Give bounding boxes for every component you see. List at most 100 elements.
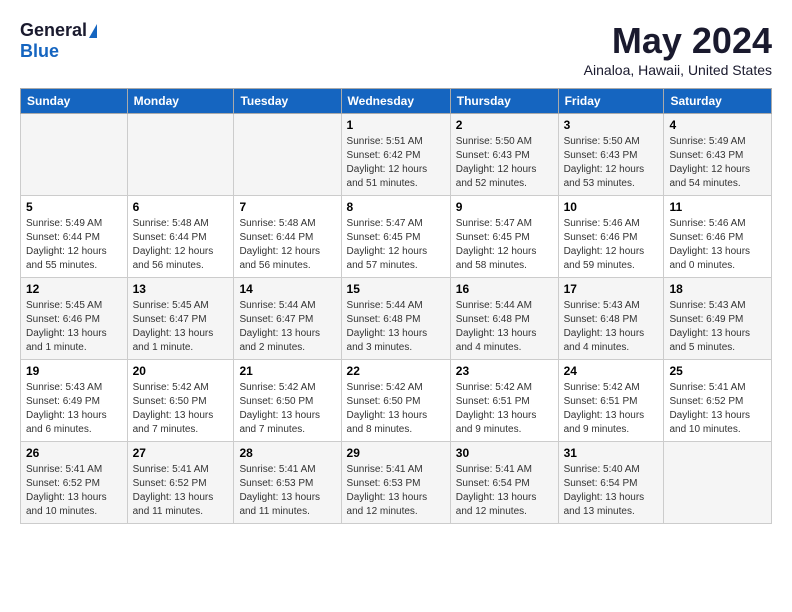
calendar-cell: 15Sunrise: 5:44 AM Sunset: 6:48 PM Dayli… <box>341 278 450 360</box>
day-info: Sunrise: 5:50 AM Sunset: 6:43 PM Dayligh… <box>456 135 553 191</box>
day-number: 29 <box>347 446 445 460</box>
calendar-cell: 5 Sunrise: 5:49 AM Sunset: 6:44 PM Daylig… <box>21 196 128 278</box>
calendar-week-row: 19 Sunrise: 5:43 AM Sunset: 6:49 PM Dayli… <box>21 360 772 442</box>
day-header-monday: Monday <box>127 89 234 114</box>
day-number: 5 <box>26 200 122 214</box>
day-info: Sunrise: 5:47 AM Sunset: 6:45 PM Dayligh… <box>456 217 553 273</box>
calendar-table: SundayMondayTuesdayWednesdayThursdayFrid… <box>20 88 772 524</box>
calendar-cell: 28 Sunrise: 5:41 AM Sunset: 6:53 PM Dayli… <box>234 442 341 524</box>
calendar-cell <box>21 114 128 196</box>
calendar-cell: 10Sunrise: 5:46 AM Sunset: 6:46 PM Dayli… <box>558 196 664 278</box>
calendar-cell: 26 Sunrise: 5:41 AM Sunset: 6:52 PM Dayli… <box>21 442 128 524</box>
calendar-cell: 2 Sunrise: 5:50 AM Sunset: 6:43 PM Daylig… <box>450 114 558 196</box>
day-number: 9 <box>456 200 553 214</box>
calendar-cell: 18 Sunrise: 5:43 AM Sunset: 6:49 PM Dayli… <box>664 278 772 360</box>
calendar-cell: 27 Sunrise: 5:41 AM Sunset: 6:52 PM Dayli… <box>127 442 234 524</box>
day-number: 27 <box>133 446 229 460</box>
day-number: 2 <box>456 118 553 132</box>
calendar-cell: 12Sunrise: 5:45 AM Sunset: 6:46 PM Dayli… <box>21 278 128 360</box>
day-info: Sunrise: 5:43 AM Sunset: 6:49 PM Dayligh… <box>26 381 122 437</box>
logo-blue-text: Blue <box>20 41 59 62</box>
calendar-week-row: 26 Sunrise: 5:41 AM Sunset: 6:52 PM Dayli… <box>21 442 772 524</box>
day-number: 16 <box>456 282 553 296</box>
calendar-cell: 11 Sunrise: 5:46 AM Sunset: 6:46 PM Dayli… <box>664 196 772 278</box>
calendar-cell: 22Sunrise: 5:42 AM Sunset: 6:50 PM Dayli… <box>341 360 450 442</box>
day-number: 25 <box>669 364 766 378</box>
day-info: Sunrise: 5:51 AM Sunset: 6:42 PM Dayligh… <box>347 135 445 191</box>
day-number: 6 <box>133 200 229 214</box>
day-number: 8 <box>347 200 445 214</box>
logo: General Blue <box>20 20 97 62</box>
day-header-sunday: Sunday <box>21 89 128 114</box>
day-number: 14 <box>239 282 335 296</box>
calendar-cell <box>234 114 341 196</box>
calendar-cell: 6 Sunrise: 5:48 AM Sunset: 6:44 PM Daylig… <box>127 196 234 278</box>
day-info: Sunrise: 5:41 AM Sunset: 6:52 PM Dayligh… <box>133 463 229 519</box>
day-info: Sunrise: 5:41 AM Sunset: 6:53 PM Dayligh… <box>239 463 335 519</box>
day-info: Sunrise: 5:45 AM Sunset: 6:47 PM Dayligh… <box>133 299 229 355</box>
calendar-cell: 13 Sunrise: 5:45 AM Sunset: 6:47 PM Dayli… <box>127 278 234 360</box>
day-number: 1 <box>347 118 445 132</box>
location-text: Ainaloa, Hawaii, United States <box>584 62 772 78</box>
day-number: 13 <box>133 282 229 296</box>
day-number: 23 <box>456 364 553 378</box>
day-number: 21 <box>239 364 335 378</box>
calendar-cell: 1 Sunrise: 5:51 AM Sunset: 6:42 PM Daylig… <box>341 114 450 196</box>
calendar-cell: 24Sunrise: 5:42 AM Sunset: 6:51 PM Dayli… <box>558 360 664 442</box>
day-number: 11 <box>669 200 766 214</box>
day-info: Sunrise: 5:41 AM Sunset: 6:53 PM Dayligh… <box>347 463 445 519</box>
day-header-thursday: Thursday <box>450 89 558 114</box>
day-header-tuesday: Tuesday <box>234 89 341 114</box>
day-info: Sunrise: 5:44 AM Sunset: 6:48 PM Dayligh… <box>347 299 445 355</box>
day-number: 26 <box>26 446 122 460</box>
day-number: 4 <box>669 118 766 132</box>
day-info: Sunrise: 5:48 AM Sunset: 6:44 PM Dayligh… <box>133 217 229 273</box>
calendar-cell: 16 Sunrise: 5:44 AM Sunset: 6:48 PM Dayli… <box>450 278 558 360</box>
page-header: General Blue May 2024 Ainaloa, Hawaii, U… <box>20 20 772 78</box>
day-info: Sunrise: 5:46 AM Sunset: 6:46 PM Dayligh… <box>564 217 659 273</box>
logo-triangle-icon <box>89 24 97 38</box>
day-number: 31 <box>564 446 659 460</box>
day-info: Sunrise: 5:49 AM Sunset: 6:43 PM Dayligh… <box>669 135 766 191</box>
day-info: Sunrise: 5:44 AM Sunset: 6:47 PM Dayligh… <box>239 299 335 355</box>
calendar-cell: 19 Sunrise: 5:43 AM Sunset: 6:49 PM Dayli… <box>21 360 128 442</box>
calendar-cell: 31Sunrise: 5:40 AM Sunset: 6:54 PM Dayli… <box>558 442 664 524</box>
calendar-cell: 7 Sunrise: 5:48 AM Sunset: 6:44 PM Daylig… <box>234 196 341 278</box>
day-info: Sunrise: 5:41 AM Sunset: 6:52 PM Dayligh… <box>669 381 766 437</box>
day-info: Sunrise: 5:48 AM Sunset: 6:44 PM Dayligh… <box>239 217 335 273</box>
day-number: 7 <box>239 200 335 214</box>
day-info: Sunrise: 5:44 AM Sunset: 6:48 PM Dayligh… <box>456 299 553 355</box>
day-number: 19 <box>26 364 122 378</box>
calendar-cell: 14 Sunrise: 5:44 AM Sunset: 6:47 PM Dayli… <box>234 278 341 360</box>
calendar-cell <box>664 442 772 524</box>
day-info: Sunrise: 5:42 AM Sunset: 6:50 PM Dayligh… <box>239 381 335 437</box>
day-info: Sunrise: 5:46 AM Sunset: 6:46 PM Dayligh… <box>669 217 766 273</box>
calendar-cell: 20Sunrise: 5:42 AM Sunset: 6:50 PM Dayli… <box>127 360 234 442</box>
day-info: Sunrise: 5:49 AM Sunset: 6:44 PM Dayligh… <box>26 217 122 273</box>
calendar-cell: 4 Sunrise: 5:49 AM Sunset: 6:43 PM Daylig… <box>664 114 772 196</box>
calendar-cell: 21 Sunrise: 5:42 AM Sunset: 6:50 PM Dayli… <box>234 360 341 442</box>
calendar-cell: 17Sunrise: 5:43 AM Sunset: 6:48 PM Dayli… <box>558 278 664 360</box>
day-info: Sunrise: 5:42 AM Sunset: 6:50 PM Dayligh… <box>347 381 445 437</box>
calendar-cell: 3 Sunrise: 5:50 AM Sunset: 6:43 PM Daylig… <box>558 114 664 196</box>
day-info: Sunrise: 5:45 AM Sunset: 6:46 PM Dayligh… <box>26 299 122 355</box>
calendar-cell: 25 Sunrise: 5:41 AM Sunset: 6:52 PM Dayli… <box>664 360 772 442</box>
calendar-week-row: 5 Sunrise: 5:49 AM Sunset: 6:44 PM Daylig… <box>21 196 772 278</box>
calendar-cell <box>127 114 234 196</box>
day-info: Sunrise: 5:43 AM Sunset: 6:49 PM Dayligh… <box>669 299 766 355</box>
day-number: 24 <box>564 364 659 378</box>
calendar-cell: 9 Sunrise: 5:47 AM Sunset: 6:45 PM Daylig… <box>450 196 558 278</box>
day-number: 18 <box>669 282 766 296</box>
calendar-week-row: 12Sunrise: 5:45 AM Sunset: 6:46 PM Dayli… <box>21 278 772 360</box>
day-info: Sunrise: 5:41 AM Sunset: 6:52 PM Dayligh… <box>26 463 122 519</box>
day-info: Sunrise: 5:50 AM Sunset: 6:43 PM Dayligh… <box>564 135 659 191</box>
calendar-cell: 8Sunrise: 5:47 AM Sunset: 6:45 PM Daylig… <box>341 196 450 278</box>
calendar-week-row: 1 Sunrise: 5:51 AM Sunset: 6:42 PM Daylig… <box>21 114 772 196</box>
day-header-wednesday: Wednesday <box>341 89 450 114</box>
day-info: Sunrise: 5:41 AM Sunset: 6:54 PM Dayligh… <box>456 463 553 519</box>
day-number: 3 <box>564 118 659 132</box>
day-info: Sunrise: 5:42 AM Sunset: 6:51 PM Dayligh… <box>456 381 553 437</box>
calendar-cell: 29 Sunrise: 5:41 AM Sunset: 6:53 PM Dayli… <box>341 442 450 524</box>
day-number: 28 <box>239 446 335 460</box>
day-number: 30 <box>456 446 553 460</box>
